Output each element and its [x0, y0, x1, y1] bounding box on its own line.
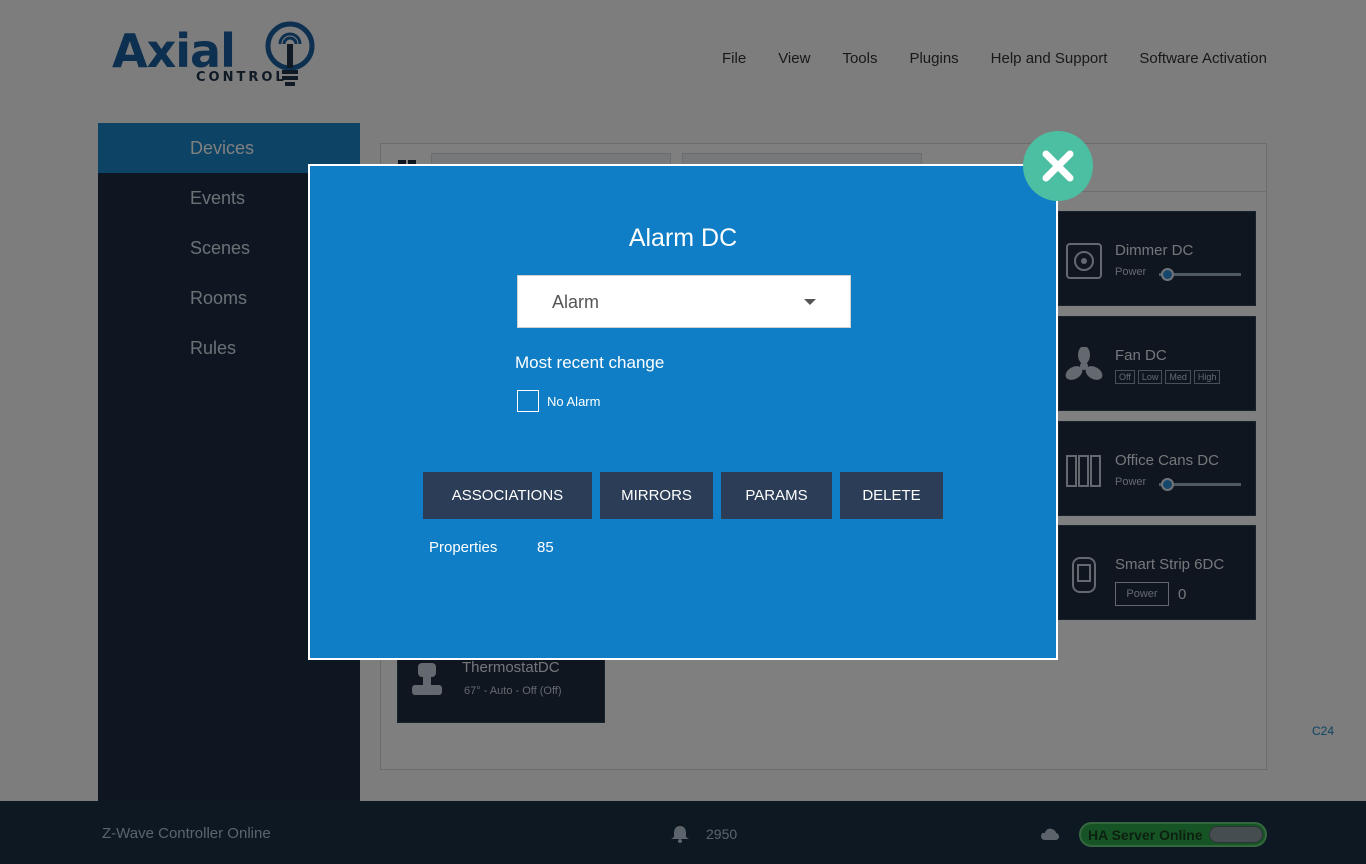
params-button[interactable]: PARAMS [721, 472, 832, 519]
no-alarm-checkbox[interactable] [517, 390, 539, 412]
close-icon [1042, 150, 1074, 182]
properties-label: Properties [429, 539, 498, 556]
device-dialog: Alarm DC Alarm Most recent change No Ala… [308, 164, 1058, 660]
mirrors-button[interactable]: MIRRORS [600, 472, 713, 519]
properties-value: 85 [537, 539, 554, 556]
most-recent-change-label: Most recent change [515, 353, 665, 372]
dialog-title: Alarm DC [628, 224, 738, 252]
alarm-type-select[interactable]: Alarm [517, 275, 851, 328]
no-alarm-label: No Alarm [547, 394, 601, 409]
select-value: Alarm [552, 292, 600, 312]
close-dialog-button[interactable] [1023, 131, 1093, 201]
delete-button[interactable]: DELETE [840, 472, 943, 519]
chevron-down-icon [804, 299, 816, 305]
associations-button[interactable]: ASSOCIATIONS [423, 472, 592, 519]
